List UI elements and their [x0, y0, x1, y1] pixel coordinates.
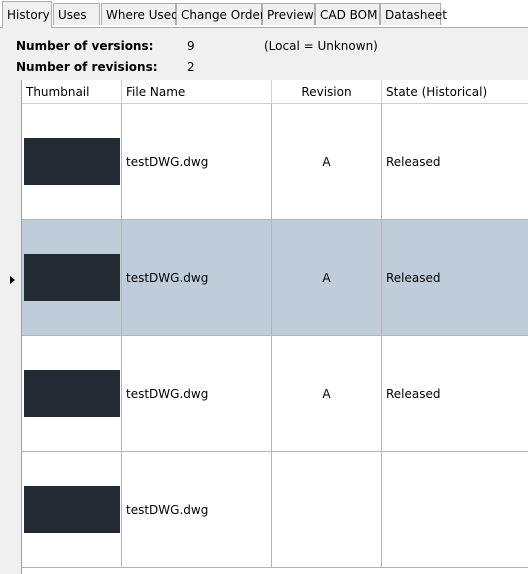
- tab-uses[interactable]: Uses: [53, 3, 100, 25]
- state-cell: Released: [386, 386, 441, 401]
- file-name-cell: testDWG.dwg: [122, 220, 272, 335]
- tab-cad-bom[interactable]: CAD BOM: [315, 3, 380, 25]
- row-header-column[interactable]: [0, 80, 22, 574]
- state-cell: Released: [386, 154, 441, 169]
- column-header-state[interactable]: State (Historical): [382, 80, 528, 104]
- column-header-file-name[interactable]: File Name: [122, 80, 272, 104]
- revisions-value: 2: [187, 60, 195, 74]
- file-name-cell: testDWG.dwg: [122, 452, 272, 567]
- thumbnail-image: [24, 254, 120, 301]
- state-cell: [382, 452, 528, 567]
- table-row[interactable]: testDWG.dwg A Released: [22, 104, 528, 220]
- tab-datasheet[interactable]: Datasheet: [380, 3, 447, 25]
- current-row-indicator-icon: [10, 276, 15, 284]
- revision-cell: A: [272, 336, 382, 451]
- table-row[interactable]: testDWG.dwg: [22, 452, 528, 568]
- file-name-cell: testDWG.dwg: [122, 336, 272, 451]
- table-row[interactable]: testDWG.dwg A Released: [22, 336, 528, 452]
- tab-where-used[interactable]: Where Used: [101, 3, 179, 25]
- versions-value: 9: [187, 39, 195, 53]
- table-row[interactable]: testDWG.dwg A Released: [22, 220, 528, 336]
- tab-preview[interactable]: Preview: [262, 3, 315, 25]
- tab-bar: History Uses Where Used Change Order Pre…: [0, 0, 528, 28]
- column-header-thumbnail[interactable]: Thumbnail: [22, 80, 122, 104]
- revision-cell: A: [272, 220, 382, 335]
- thumbnail-image: [24, 370, 120, 417]
- thumbnail-image: [24, 138, 120, 185]
- thumbnail-cell: [22, 452, 122, 567]
- revisions-label: Number of revisions:: [16, 60, 158, 74]
- revision-cell: [272, 452, 382, 567]
- state-cell: Released: [386, 270, 441, 285]
- column-header-revision[interactable]: Revision: [272, 80, 382, 104]
- versions-label: Number of versions:: [16, 39, 154, 53]
- tab-change-order[interactable]: Change Order: [176, 3, 265, 25]
- versions-note: (Local = Unknown): [264, 39, 378, 53]
- thumbnail-cell: [22, 104, 122, 219]
- revision-cell: A: [272, 104, 382, 219]
- thumbnail-image: [24, 486, 120, 533]
- tab-history[interactable]: History: [2, 1, 52, 28]
- thumbnail-cell: [22, 220, 122, 335]
- history-summary-panel: Number of versions: 9 (Local = Unknown) …: [0, 28, 528, 80]
- thumbnail-cell: [22, 336, 122, 451]
- file-name-cell: testDWG.dwg: [122, 104, 272, 219]
- history-grid[interactable]: Thumbnail File Name Revision State (Hist…: [0, 80, 528, 574]
